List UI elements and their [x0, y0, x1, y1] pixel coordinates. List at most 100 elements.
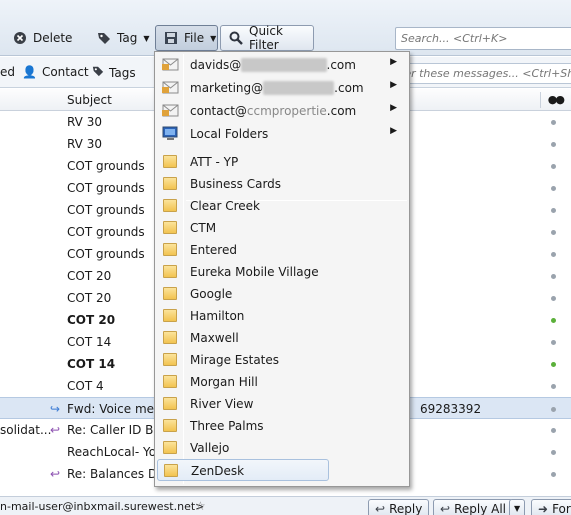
message-subject: COT 14: [67, 357, 116, 371]
menu-item-folder-morgan-hill[interactable]: Morgan Hill: [157, 371, 407, 393]
account-prefix: davids@: [190, 58, 242, 72]
filter-tags-button[interactable]: Tags: [92, 65, 136, 80]
folder-icon: [162, 308, 179, 323]
menu-item-label: Eureka Mobile Village: [190, 265, 319, 279]
filter-tags-label: Tags: [109, 65, 136, 80]
chevron-down-icon: ▼: [143, 33, 150, 43]
filter-contact-button[interactable]: 👤 Contact: [22, 65, 89, 79]
forward-icon: ↪: [50, 402, 61, 416]
menu-item-folder-vallejo[interactable]: Vallejo: [157, 437, 407, 459]
folder-icon: [162, 418, 179, 433]
status-dot[interactable]: [551, 407, 556, 412]
menu-item-label: Business Cards: [190, 177, 282, 191]
status-dot[interactable]: [551, 450, 556, 455]
status-dot[interactable]: [551, 274, 556, 279]
file-button[interactable]: File ▼: [155, 25, 218, 51]
status-dot[interactable]: [551, 472, 556, 477]
menu-item-label: ATT - YP: [190, 155, 239, 169]
status-dot[interactable]: [551, 252, 556, 257]
column-separator[interactable]: [540, 92, 541, 108]
message-subject: COT grounds: [67, 225, 145, 239]
folder-icon: [162, 374, 179, 389]
forward-button[interactable]: ➜ For: [531, 499, 571, 515]
reply-all-label: Reply All: [454, 501, 506, 515]
menu-item-folder-zendesk[interactable]: ZenDesk: [157, 459, 329, 481]
folder-icon: [162, 176, 179, 191]
chevron-right-icon: ▶: [390, 103, 397, 113]
message-subject: RV 30: [67, 115, 102, 129]
status-dot[interactable]: [551, 120, 556, 125]
status-dot[interactable]: [551, 296, 556, 301]
status-dot[interactable]: [551, 186, 556, 191]
menu-item-label: Morgan Hill: [190, 375, 258, 389]
file-menu: davids@xxxxxxxxxxxx.com ▶ marketing@xxxx…: [154, 51, 410, 487]
account-prefix: contact@: [190, 104, 247, 118]
menu-item-folder-eureka-mobile-village[interactable]: Eureka Mobile Village: [157, 261, 407, 283]
tag-button[interactable]: Tag ▼: [88, 25, 158, 51]
menu-item-label: Maxwell: [190, 331, 239, 345]
status-dot[interactable]: [551, 142, 556, 147]
redacted-domain: xxxxxxxxxxxx: [241, 58, 327, 72]
thread-column-icon[interactable]: ●●: [548, 93, 565, 106]
status-dot[interactable]: [551, 208, 556, 213]
menu-item-folder-river-view[interactable]: River View: [157, 393, 407, 415]
filter-partial-item[interactable]: ed: [0, 65, 15, 79]
menu-item-label: davids@xxxxxxxxxxxx.com: [190, 58, 356, 72]
account-suffix: .com: [326, 58, 356, 72]
filter-contact-label: Contact: [41, 65, 89, 79]
reply-icon: ↩: [50, 423, 61, 437]
menu-item-folder-hamilton[interactable]: Hamilton: [157, 305, 407, 327]
menu-item-folder-entered[interactable]: Entered: [157, 239, 407, 261]
message-subject: COT 20: [67, 291, 112, 305]
redacted-domain: xxxxxxxxxx: [263, 81, 335, 95]
menu-item-account-marketing[interactable]: marketing@xxxxxxxxxx.com ▶: [157, 77, 407, 99]
reply-all-dropdown[interactable]: ▼: [509, 499, 526, 515]
unread-dot[interactable]: [551, 362, 556, 367]
search-input[interactable]: Search... <Ctrl+K>: [395, 27, 571, 50]
message-header-bar: n-mail-user@inbxmail.surewest.net> ☆ ↩ R…: [0, 496, 571, 515]
reply-label: Reply: [389, 501, 423, 515]
menu-item-folder-mirage-estates[interactable]: Mirage Estates: [157, 349, 407, 371]
status-dot[interactable]: [551, 384, 556, 389]
menu-item-folder-maxwell[interactable]: Maxwell: [157, 327, 407, 349]
menu-item-label: contact@ccmpropertie.com: [190, 104, 356, 118]
star-icon[interactable]: ☆: [195, 499, 206, 513]
message-subject: COT grounds: [67, 181, 145, 195]
menu-item-folder-business-cards[interactable]: Business Cards: [157, 173, 407, 195]
chevron-down-icon: ▼: [210, 33, 217, 43]
folder-icon: [163, 463, 180, 478]
forward-label: For: [552, 501, 571, 515]
menu-item-label: River View: [190, 397, 254, 411]
menu-item-folder-three-palms[interactable]: Three Palms: [157, 415, 407, 437]
menu-item-folder-att-yp[interactable]: ATT - YP: [157, 151, 407, 173]
reply-all-button[interactable]: ↩ Reply All: [433, 499, 513, 515]
menu-item-folder-ctm[interactable]: CTM: [157, 217, 407, 239]
reply-button[interactable]: ↩ Reply: [368, 499, 430, 515]
quick-filter-button[interactable]: Quick Filter: [220, 24, 314, 52]
unread-dot[interactable]: [551, 318, 556, 323]
file-label: File: [184, 31, 205, 45]
delete-button[interactable]: Delete: [4, 25, 81, 51]
message-extra: 69283392: [420, 402, 482, 416]
status-dot[interactable]: [551, 340, 556, 345]
menu-item-local-folders[interactable]: Local Folders ▶: [157, 123, 407, 145]
menu-item-label: ZenDesk: [191, 464, 245, 478]
menu-item-folder-clear-creek[interactable]: Clear Creek: [157, 195, 407, 217]
column-subject[interactable]: Subject: [67, 93, 112, 107]
account-suffix: .com: [326, 104, 357, 118]
menu-item-label: Clear Creek: [190, 199, 260, 213]
envelope-icon: [162, 103, 179, 118]
message-subject: RV 30: [67, 137, 102, 151]
message-subject: COT 4: [67, 379, 104, 393]
menu-item-account-davids[interactable]: davids@xxxxxxxxxxxx.com ▶: [157, 54, 407, 76]
reply-all-icon: ↩: [440, 501, 451, 515]
status-dot[interactable]: [551, 230, 556, 235]
status-dot[interactable]: [551, 428, 556, 433]
menu-item-label: Local Folders: [190, 127, 269, 141]
menu-item-account-contact[interactable]: contact@ccmpropertie.com ▶: [157, 100, 407, 122]
filter-messages-input[interactable]: ter these messages... <Ctrl+Shift: [395, 63, 571, 84]
menu-item-folder-google[interactable]: Google: [157, 283, 407, 305]
status-dot[interactable]: [551, 164, 556, 169]
folder-icon: [162, 330, 179, 345]
folder-icon: [162, 154, 179, 169]
